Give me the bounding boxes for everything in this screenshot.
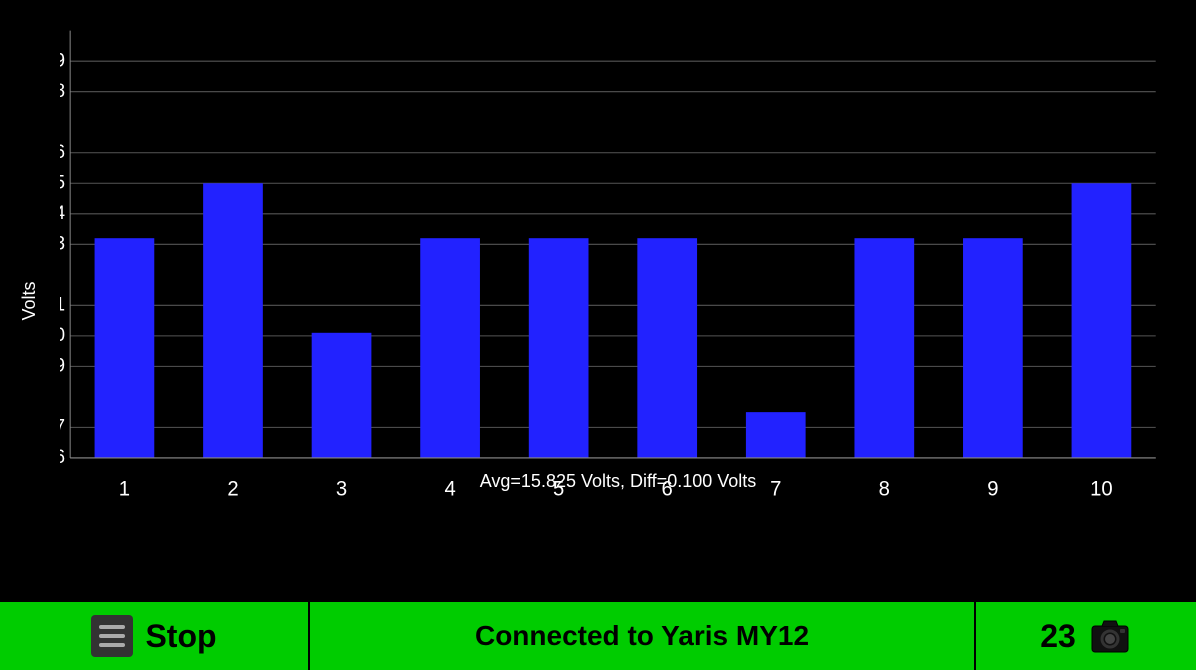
connection-section: Connected to Yaris MY12 — [310, 602, 976, 670]
bottom-bar: Stop Connected to Yaris MY12 23 — [0, 602, 1196, 670]
svg-text:15.88: 15.88 — [60, 80, 65, 102]
count-section: 23 — [976, 602, 1196, 670]
svg-text:15.79: 15.79 — [60, 354, 65, 376]
svg-text:15.80: 15.80 — [60, 324, 65, 346]
connection-label: Connected to Yaris MY12 — [475, 620, 809, 652]
chart-container: 15.89 15.88 15.86 15.85 15.84 15.83 15.81 15.80… — [60, 20, 1176, 522]
menu-icon — [91, 615, 133, 657]
count-value: 23 — [1040, 618, 1076, 655]
y-axis-label: Volts — [19, 281, 40, 320]
bar-chart: 15.89 15.88 15.86 15.85 15.84 15.83 15.81 15.80… — [60, 20, 1176, 522]
svg-text:15.85: 15.85 — [60, 171, 65, 193]
stop-button-label: Stop — [145, 618, 216, 655]
svg-text:15.76: 15.76 — [60, 446, 65, 468]
chart-area: Volts 15.8915.8815.8615.8515.8415.8315.8… — [0, 0, 1196, 602]
svg-text:15.83: 15.83 — [60, 232, 65, 254]
svg-text:15.89: 15.89 — [60, 49, 65, 71]
stop-section[interactable]: Stop — [0, 602, 310, 670]
svg-text:15.77: 15.77 — [60, 415, 65, 437]
svg-text:15.86: 15.86 — [60, 141, 65, 163]
camera-icon[interactable] — [1088, 614, 1132, 658]
svg-text:15.84: 15.84 — [60, 202, 65, 224]
svg-text:15.81: 15.81 — [60, 293, 65, 315]
chart-subtitle: Avg=15.825 Volts, Diff=0.100 Volts — [60, 471, 1176, 492]
